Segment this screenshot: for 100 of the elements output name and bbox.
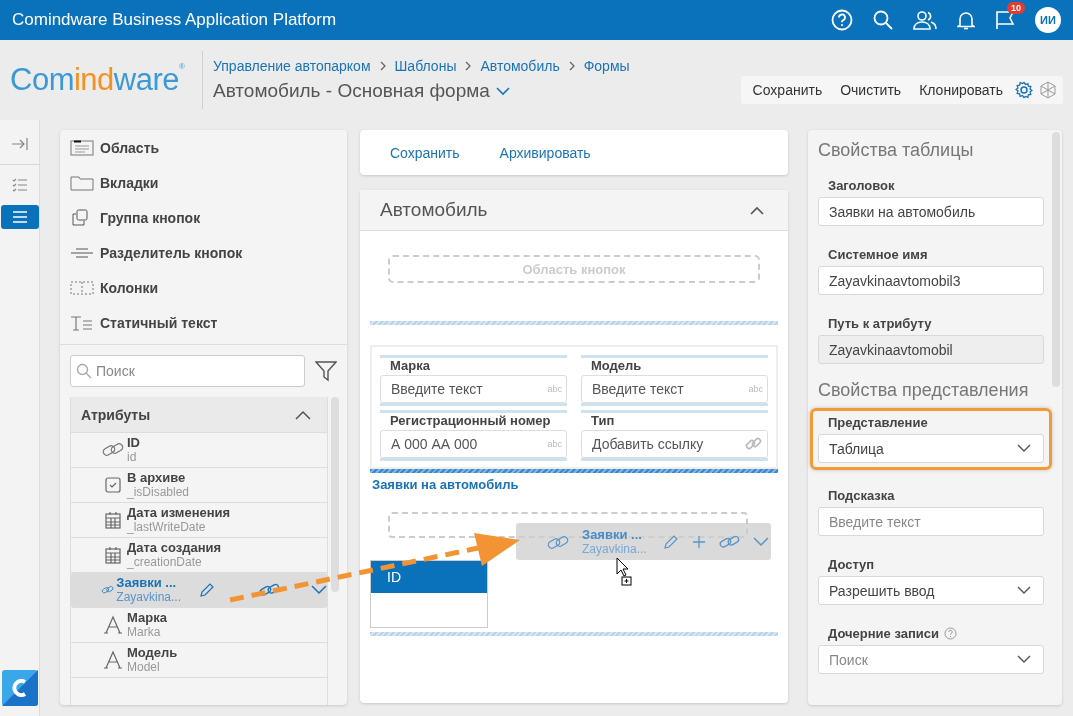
breadcrumb-link[interactable]: Формы	[583, 58, 630, 74]
field-label: Системное имя	[828, 246, 928, 262]
field-value: Заявки на автомобиль	[829, 203, 976, 220]
app-logo-icon[interactable]	[1, 670, 38, 706]
input-field[interactable]: Введите текст abc	[380, 375, 567, 403]
search-icon[interactable]	[873, 10, 893, 30]
dropdown[interactable]: Поиск	[818, 645, 1044, 674]
attribute-system-name: _isDisabled	[127, 485, 190, 500]
user-avatar[interactable]: ИИ	[1035, 7, 1061, 33]
table-title: Заявки на автомобиль	[371, 476, 520, 492]
users-icon[interactable]	[913, 10, 937, 30]
list-icon	[11, 211, 28, 223]
search-icon	[76, 363, 92, 379]
attribute-system-name: id	[127, 450, 138, 465]
field-label: Регистрационный номер	[389, 413, 552, 430]
form-element-item[interactable]: Колонки	[70, 270, 337, 305]
placeholder-text: Добавить ссылку	[592, 436, 704, 452]
bell-icon[interactable]	[957, 10, 975, 30]
field-label: Заголовок	[828, 177, 895, 193]
attribute-item[interactable]: Марка Marka	[71, 608, 327, 643]
area-icon	[70, 137, 96, 158]
attribute-name: Дата изменения	[127, 505, 231, 520]
attributes-heading: Атрибуты	[81, 406, 151, 423]
attribute-item[interactable]: Заявки ... Zayavkina...	[71, 573, 327, 608]
form-element-item[interactable]: Вкладки	[70, 165, 337, 200]
attribute-name: ID	[127, 435, 140, 450]
input-field[interactable]: Zayavkinaavtomobil	[818, 335, 1044, 364]
chevron-right-icon	[567, 60, 576, 72]
field-label: Марка	[389, 358, 431, 375]
text-type-icon	[101, 613, 125, 637]
toolbar-link[interactable]: Сохранить	[390, 144, 460, 161]
panel-heading: Свойства представления	[818, 380, 1030, 401]
collapse-chevron-icon[interactable]	[750, 205, 764, 215]
input-field[interactable]: Введите текст abc	[581, 375, 768, 403]
scrollbar[interactable]	[331, 397, 339, 592]
search-field[interactable]: Поиск	[70, 355, 305, 387]
chevron-down-icon[interactable]	[495, 86, 510, 96]
attribute-item[interactable]: В архиве _isDisabled	[71, 468, 327, 503]
notification-badge: 10	[1007, 2, 1025, 14]
placeholder-text: А 000 АА 000	[391, 436, 478, 452]
placeholder-text: Введите текст	[391, 381, 483, 397]
form-element-item[interactable]: Статичный текст	[70, 305, 337, 340]
input-field[interactable]: Добавить ссылку	[581, 430, 768, 458]
type-hint: abc	[748, 384, 763, 394]
chevron-down-icon	[1017, 655, 1031, 664]
attribute-item[interactable]: Дата изменения _lastWriteDate	[71, 503, 327, 538]
attribute-system-name: _creationDate	[127, 555, 203, 570]
toolbar-button[interactable]: Сохранить	[746, 78, 829, 102]
pencil-icon	[662, 533, 679, 550]
element-label: Статичный текст	[100, 314, 218, 331]
form-title: Автомобиль - Основная форма	[213, 80, 490, 102]
dropdown[interactable]: Таблица	[818, 434, 1044, 463]
form-element-item[interactable]: Область	[70, 130, 337, 165]
placeholder-text: Введите текст	[829, 513, 921, 530]
dropdown[interactable]: Разрешить ввод	[818, 576, 1044, 605]
attribute-name: В архиве	[127, 470, 187, 485]
element-label: Область	[100, 139, 160, 156]
settings-icon[interactable]	[1015, 81, 1033, 99]
input-field[interactable]: Zayavkinaavtomobil3	[818, 266, 1044, 295]
breadcrumb-link[interactable]: Управление автопарком	[213, 58, 371, 74]
filter-icon[interactable]	[315, 360, 337, 382]
placeholder-text: Поиск	[829, 651, 868, 668]
form-element-item[interactable]: Группа кнопок	[70, 200, 337, 235]
input-field[interactable]: Заявки на автомобиль	[818, 197, 1044, 226]
column-header[interactable]: ID	[371, 561, 487, 593]
attribute-name: Марка	[127, 610, 167, 625]
toolbar-link[interactable]: Архивировать	[499, 144, 591, 161]
breadcrumb-link[interactable]: Автомобиль	[480, 58, 560, 74]
type-hint: abc	[547, 439, 562, 449]
chevron-right-icon	[464, 60, 473, 72]
attribute-name: Модель	[127, 645, 178, 660]
element-label: Группа кнопок	[100, 209, 201, 226]
pencil-icon[interactable]	[199, 582, 215, 598]
plus-icon	[690, 533, 707, 550]
input-field[interactable]: Введите текст	[818, 507, 1044, 536]
chevron-down-icon[interactable]	[311, 585, 327, 595]
attribute-name: Заявки ...	[116, 575, 178, 590]
attribute-name: Заявки ...	[582, 527, 643, 542]
attribute-item[interactable]: ID id	[71, 433, 327, 468]
attribute-item[interactable]: Модель Model	[71, 643, 327, 678]
toolbar-button[interactable]: Клонировать	[913, 78, 1009, 102]
field-value: Таблица	[829, 440, 884, 457]
flag-icon[interactable]	[995, 10, 1015, 30]
field-label: Модель	[590, 358, 643, 375]
element-label: Вкладки	[100, 174, 159, 191]
collapse-chevron-icon[interactable]	[295, 409, 311, 420]
input-field[interactable]: А 000 АА 000 abc	[380, 430, 567, 458]
breadcrumb-link[interactable]: Шаблоны	[394, 58, 457, 74]
form-element-item[interactable]: Разделитель кнопок	[70, 235, 337, 270]
company-logo: Comindware$^{®}$	[10, 62, 186, 98]
chevron-down-icon	[1017, 444, 1031, 453]
text-type-icon	[101, 648, 125, 672]
field-label: Представление	[828, 414, 928, 430]
type-hint: abc	[547, 384, 562, 394]
toolbar-button[interactable]: Очистить	[834, 78, 908, 102]
hexagon-icon[interactable]	[1039, 81, 1057, 99]
field-label: Подсказка	[828, 487, 895, 503]
list-button[interactable]	[0, 205, 39, 229]
field-value: Zayavkinaavtomobil	[829, 341, 953, 358]
app-title: Comindware Business Application Platform	[12, 10, 337, 30]
